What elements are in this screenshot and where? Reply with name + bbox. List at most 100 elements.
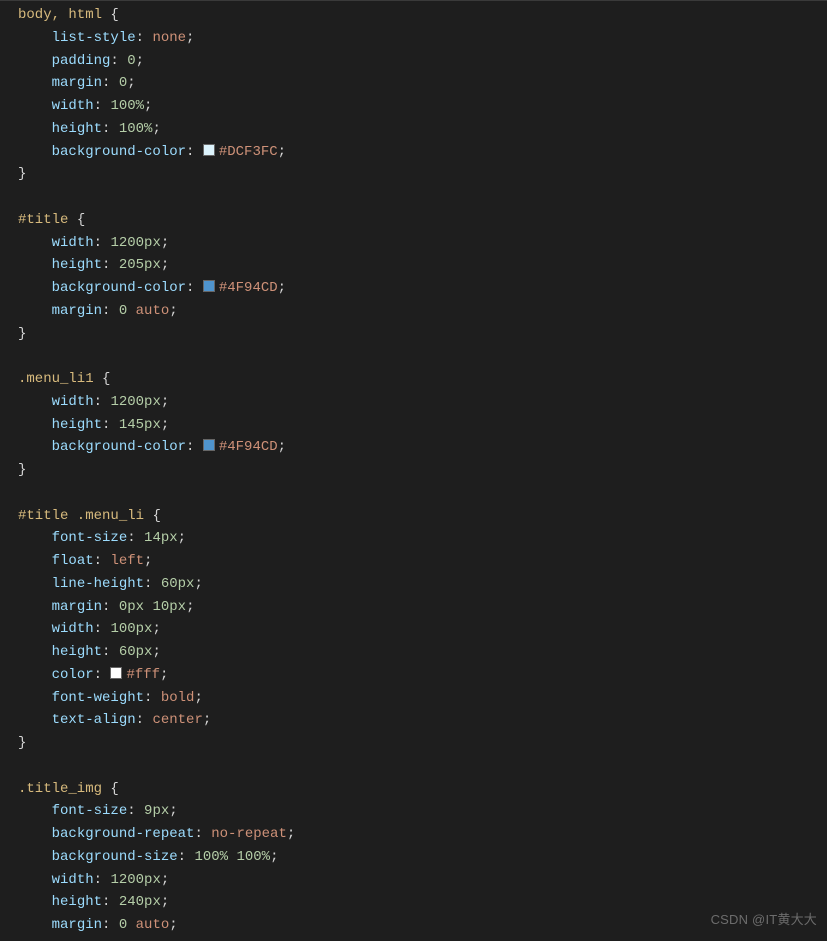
css-value: 100% — [110, 98, 144, 114]
css-property: margin — [52, 75, 102, 91]
css-property: width — [52, 235, 94, 251]
css-property: width — [52, 872, 94, 888]
css-selector: .title_img — [18, 781, 102, 797]
css-value: 14px — [144, 530, 178, 546]
css-property: font-weight — [52, 690, 144, 706]
css-property: height — [52, 257, 102, 273]
code-line[interactable] — [18, 482, 827, 505]
css-value: auto — [136, 303, 170, 319]
code-line[interactable]: margin: 0; — [18, 72, 827, 95]
css-property: list-style — [52, 30, 136, 46]
css-property: background-color — [52, 280, 186, 296]
css-value: 60px — [119, 644, 153, 660]
css-value: #4F94CD — [219, 439, 278, 455]
code-line[interactable]: text-align: center; — [18, 709, 827, 732]
css-property: background-repeat — [52, 826, 195, 842]
code-line[interactable]: } — [18, 163, 827, 186]
code-line[interactable]: margin: 0px 10px; — [18, 596, 827, 619]
code-line[interactable]: width: 1200px; — [18, 869, 827, 892]
color-swatch-icon[interactable] — [203, 144, 215, 156]
code-line[interactable]: height: 240px; — [18, 891, 827, 914]
css-property: width — [52, 98, 94, 114]
code-line[interactable]: line-height: 60px; — [18, 573, 827, 596]
css-value: no-repeat — [211, 826, 287, 842]
css-value: 9px — [144, 803, 169, 819]
code-line[interactable]: } — [18, 323, 827, 346]
code-line[interactable]: #title { — [18, 209, 827, 232]
code-line[interactable]: width: 1200px; — [18, 232, 827, 255]
css-value: 60px — [161, 576, 195, 592]
code-line[interactable]: background-color: #DCF3FC; — [18, 141, 827, 164]
css-value: none — [152, 30, 186, 46]
code-line[interactable]: color: #fff; — [18, 664, 827, 687]
css-value: 0 — [119, 303, 127, 319]
css-value: 240px — [119, 894, 161, 910]
code-line[interactable]: height: 100%; — [18, 118, 827, 141]
code-line[interactable] — [18, 345, 827, 368]
code-line[interactable]: list-style: none; — [18, 27, 827, 50]
code-line[interactable]: height: 205px; — [18, 254, 827, 277]
css-property: margin — [52, 599, 102, 615]
code-line[interactable]: font-size: 9px; — [18, 800, 827, 823]
css-property: height — [52, 121, 102, 137]
code-line[interactable]: background-color: #4F94CD; — [18, 436, 827, 459]
code-line[interactable]: float: left; — [18, 550, 827, 573]
code-line[interactable]: } — [18, 459, 827, 482]
code-line[interactable]: background-size: 100% 100%; — [18, 846, 827, 869]
code-line[interactable]: width: 100%; — [18, 95, 827, 118]
css-property: color — [52, 667, 94, 683]
css-value: 100% — [194, 849, 228, 865]
css-selector: #title — [18, 212, 68, 228]
close-brace: } — [18, 462, 26, 478]
css-property: height — [52, 644, 102, 660]
css-property: text-align — [52, 712, 136, 728]
color-swatch-icon[interactable] — [203, 280, 215, 292]
code-line[interactable]: .title_img { — [18, 778, 827, 801]
css-property: background-color — [52, 439, 186, 455]
css-property: width — [52, 394, 94, 410]
css-value: 100px — [110, 621, 152, 637]
css-value: 0 — [127, 53, 135, 69]
css-value: 1200px — [110, 394, 160, 410]
code-line[interactable]: font-size: 14px; — [18, 527, 827, 550]
css-value: 10px — [152, 599, 186, 615]
code-line[interactable]: font-weight: bold; — [18, 687, 827, 710]
css-value: #fff — [126, 667, 160, 683]
css-value: 1200px — [110, 872, 160, 888]
code-line[interactable]: width: 1200px; — [18, 391, 827, 414]
code-line[interactable]: margin: 0 auto; — [18, 914, 827, 937]
code-editor[interactable]: body, html { list-style: none; padding: … — [0, 0, 827, 941]
color-swatch-icon[interactable] — [203, 439, 215, 451]
code-line[interactable] — [18, 755, 827, 778]
code-line[interactable] — [18, 186, 827, 209]
open-brace: { — [110, 781, 118, 797]
css-value: 0 — [119, 917, 127, 933]
css-value: 0 — [119, 75, 127, 91]
code-line[interactable]: body, html { — [18, 4, 827, 27]
css-value: left — [110, 553, 144, 569]
color-swatch-icon[interactable] — [110, 667, 122, 679]
code-line[interactable]: } — [18, 732, 827, 755]
close-brace: } — [18, 166, 26, 182]
css-value: center — [152, 712, 202, 728]
css-value: 1200px — [110, 235, 160, 251]
code-line[interactable]: background-repeat: no-repeat; — [18, 823, 827, 846]
open-brace: { — [102, 371, 110, 387]
css-value: 0px — [119, 599, 144, 615]
code-line[interactable]: #title .menu_li { — [18, 505, 827, 528]
css-value: #4F94CD — [219, 280, 278, 296]
code-line[interactable]: margin: 0 auto; — [18, 300, 827, 323]
css-property: padding — [52, 53, 111, 69]
code-line[interactable]: width: 100px; — [18, 618, 827, 641]
code-line[interactable]: height: 145px; — [18, 414, 827, 437]
code-line[interactable]: height: 60px; — [18, 641, 827, 664]
code-line[interactable]: background-color: #4F94CD; — [18, 277, 827, 300]
watermark-text: CSDN @IT黄大大 — [711, 909, 817, 928]
top-divider — [0, 0, 827, 1]
css-selector: #title .menu_li — [18, 508, 144, 524]
code-line[interactable]: .menu_li1 { — [18, 368, 827, 391]
css-value: 100% — [119, 121, 153, 137]
css-property: background-size — [52, 849, 178, 865]
code-line[interactable]: padding: 0; — [18, 50, 827, 73]
close-brace: } — [18, 735, 26, 751]
